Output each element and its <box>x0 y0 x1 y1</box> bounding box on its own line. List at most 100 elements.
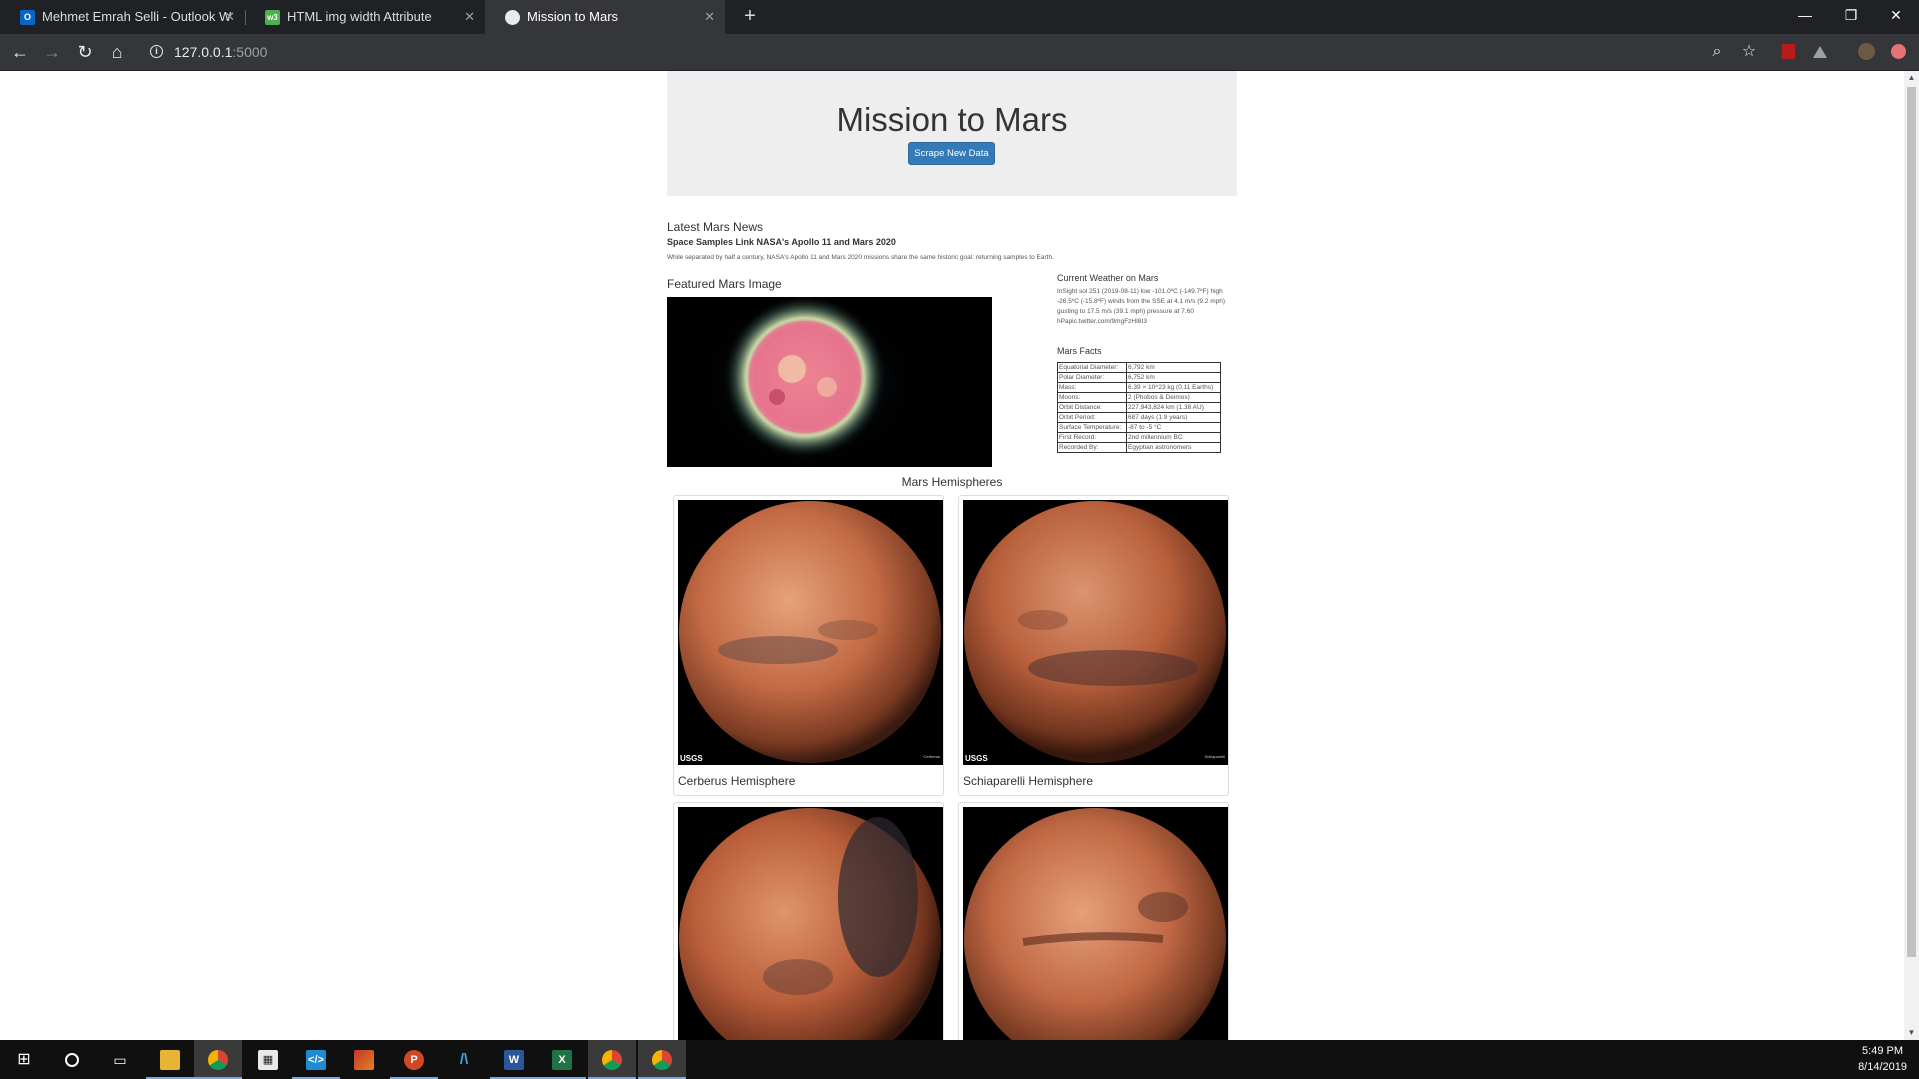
table-row: Equatorial Diameter: 6,792 km <box>1057 362 1221 373</box>
hemisphere-image[interactable] <box>678 807 943 1040</box>
fact-value: -87 to -5 °C <box>1126 422 1221 433</box>
calculator-icon[interactable]: ▦ <box>244 1040 292 1079</box>
featured-mars-image <box>667 297 992 467</box>
scroll-down-icon[interactable]: ▼ <box>1904 1026 1919 1040</box>
usgs-logo: USGS <box>680 754 703 763</box>
close-icon[interactable]: ✕ <box>224 0 235 34</box>
image-credit: Schiaparelli <box>1204 754 1225 759</box>
system-clock[interactable]: 5:49 PM 8/14/2019 <box>1858 1043 1907 1075</box>
globe-icon <box>505 10 520 25</box>
fact-label: Orbit Period: <box>1057 412 1127 423</box>
profile-avatar[interactable] <box>1854 40 1878 64</box>
bookmark-star-icon[interactable]: ☆ <box>1737 40 1761 64</box>
info-icon[interactable]: i <box>150 45 163 58</box>
fact-value: 2nd millennium BC <box>1126 432 1221 443</box>
pycharm-icon[interactable]: /\ <box>440 1040 488 1079</box>
news-paragraph: While separated by half a century, NASA'… <box>667 254 1054 261</box>
url-text[interactable]: 127.0.0.1:5000 <box>174 38 267 67</box>
fact-value: 6,792 km <box>1126 362 1221 373</box>
windows-taskbar: ⊞ ▭ ▦ </> P /\ W X 5:49 PM 8/14/2019 <box>0 1040 1919 1079</box>
cortana-icon[interactable] <box>48 1040 96 1079</box>
fact-label: Mass: <box>1057 382 1127 393</box>
hemisphere-card[interactable]: USGS Cerberus Cerberus Hemisphere <box>673 495 944 796</box>
close-icon[interactable]: ✕ <box>464 0 475 34</box>
table-row: Orbit Distance: 227,943,824 km (1.38 AU) <box>1057 402 1221 413</box>
url-host: 127.0.0.1 <box>174 44 233 60</box>
fact-value: 6.39 × 10^23 kg (0.11 Earths) <box>1126 382 1221 393</box>
task-view-icon[interactable]: ▭ <box>96 1040 144 1079</box>
zoom-icon[interactable]: ⌕ <box>1705 40 1729 64</box>
hemisphere-card[interactable]: USGS Schiaparelli Schiaparelli Hemispher… <box>958 495 1229 796</box>
update-icon[interactable] <box>1886 40 1910 64</box>
hemisphere-card[interactable] <box>958 802 1229 1040</box>
hemisphere-image[interactable]: USGS Schiaparelli <box>963 500 1228 765</box>
windows-start-icon[interactable]: ⊞ <box>0 1040 48 1079</box>
scrape-new-data-button[interactable]: Scrape New Data <box>908 142 995 165</box>
hemisphere-title: Schiaparelli Hemisphere <box>963 774 1094 788</box>
fact-value: 2 (Phobos & Deimos) <box>1126 392 1221 403</box>
forward-icon[interactable]: → <box>40 40 64 64</box>
file-explorer-icon[interactable] <box>146 1040 194 1079</box>
fact-label: Surface Temperature: <box>1057 422 1127 433</box>
back-icon[interactable]: ← <box>8 40 32 64</box>
image-credit: Cerberus <box>923 754 940 759</box>
close-window-icon[interactable]: ✕ <box>1873 0 1919 34</box>
table-row: Surface Temperature: -87 to -5 °C <box>1057 422 1221 433</box>
weather-text: InSight sol 251 (2019-08-11) low -101.0º… <box>1057 288 1226 325</box>
scroll-up-icon[interactable]: ▲ <box>1904 71 1919 85</box>
new-tab-button[interactable]: + <box>738 0 762 34</box>
fact-value: 6,752 km <box>1126 372 1221 383</box>
chrome-icon[interactable] <box>194 1040 242 1079</box>
address-bar[interactable]: i 127.0.0.1:5000 <box>140 38 1740 67</box>
mars-facts-table: Equatorial Diameter: 6,792 km Polar Diame… <box>1057 362 1221 453</box>
page-viewport: Mission to Mars Scrape New Data Latest M… <box>0 71 1904 1040</box>
clock-date: 8/14/2019 <box>1858 1061 1907 1073</box>
fact-label: Moons: <box>1057 392 1127 403</box>
chrome-icon[interactable] <box>588 1040 636 1079</box>
table-row: First Record: 2nd millennium BC <box>1057 432 1221 443</box>
hemisphere-image[interactable]: USGS Cerberus <box>678 500 943 765</box>
browser-tab-bar: O Mehmet Emrah Selli - Outlook W ✕ w3 HT… <box>0 0 1919 34</box>
word-icon[interactable]: W <box>490 1040 538 1079</box>
fact-label: Recorded By: <box>1057 442 1127 453</box>
excel-icon[interactable]: X <box>538 1040 586 1079</box>
tab-title: Mission to Mars <box>527 9 619 24</box>
fact-value: 227,943,824 km (1.38 AU) <box>1126 402 1221 413</box>
vscode-icon[interactable]: </> <box>292 1040 340 1079</box>
table-row: Moons: 2 (Phobos & Deimos) <box>1057 392 1221 403</box>
tab-w3schools[interactable]: w3 HTML img width Attribute ✕ <box>245 0 485 34</box>
news-heading: Latest Mars News <box>667 220 764 234</box>
close-icon[interactable]: ✕ <box>704 0 715 34</box>
matlab-icon[interactable] <box>340 1040 388 1079</box>
fact-label: First Record: <box>1057 432 1127 443</box>
reload-icon[interactable]: ↻ <box>73 40 97 64</box>
restore-icon[interactable]: ❐ <box>1828 0 1874 34</box>
hemisphere-image[interactable] <box>963 807 1228 1040</box>
powerpoint-icon[interactable]: P <box>390 1040 438 1079</box>
weather-heading: Current Weather on Mars <box>1057 273 1159 283</box>
drive-extension-icon[interactable] <box>1808 40 1832 64</box>
pdf-extension-icon[interactable] <box>1776 40 1800 64</box>
hemispheres-heading: Mars Hemispheres <box>901 475 1003 489</box>
chrome-icon[interactable] <box>638 1040 686 1079</box>
minimize-icon[interactable]: — <box>1782 0 1828 34</box>
table-row: Polar Diameter: 6,752 km <box>1057 372 1221 383</box>
tab-outlook[interactable]: O Mehmet Emrah Selli - Outlook W ✕ <box>0 0 245 34</box>
fact-label: Orbit Distance: <box>1057 402 1127 413</box>
facts-heading: Mars Facts <box>1057 346 1102 356</box>
featured-image-heading: Featured Mars Image <box>667 277 782 291</box>
w3schools-icon: w3 <box>265 10 280 25</box>
scrollbar-thumb[interactable] <box>1907 87 1916 957</box>
clock-time: 5:49 PM <box>1862 1045 1904 1057</box>
jumbotron: Mission to Mars Scrape New Data <box>667 71 1237 196</box>
fact-label: Polar Diameter: <box>1057 372 1127 383</box>
tab-mission-to-mars[interactable]: Mission to Mars ✕ <box>485 0 725 34</box>
table-row: Orbit Period: 687 days (1.9 years) <box>1057 412 1221 423</box>
fact-label: Equatorial Diameter: <box>1057 362 1127 373</box>
hemisphere-card[interactable] <box>673 802 944 1040</box>
page-scrollbar[interactable]: ▲ ▼ <box>1904 71 1919 1040</box>
tab-title: Mehmet Emrah Selli - Outlook W <box>42 9 232 24</box>
hemisphere-title: Cerberus Hemisphere <box>678 774 796 788</box>
url-port: :5000 <box>232 44 268 60</box>
home-icon[interactable]: ⌂ <box>105 40 129 64</box>
